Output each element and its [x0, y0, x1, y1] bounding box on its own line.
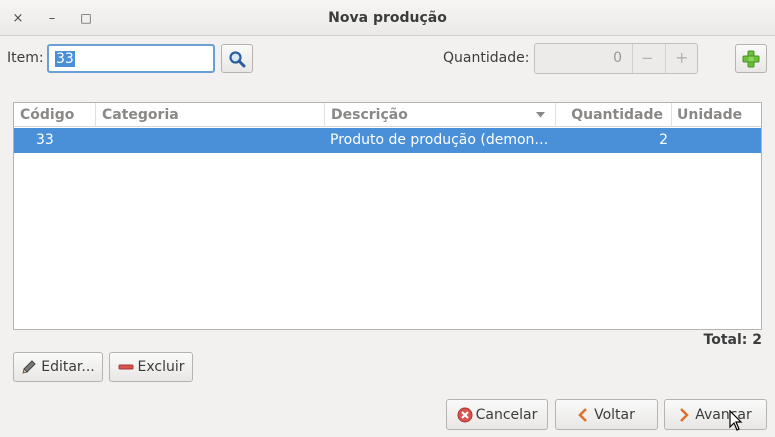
cell-categoria: [96, 128, 325, 153]
total-value: 2: [752, 332, 762, 348]
edit-button[interactable]: Editar...: [13, 352, 103, 382]
cell-codigo: 33: [36, 132, 54, 148]
window-title: Nova produção: [328, 10, 447, 26]
delete-button[interactable]: Excluir: [109, 352, 193, 382]
search-button[interactable]: [221, 44, 253, 73]
back-button-label: Voltar: [594, 406, 635, 423]
cancel-button-label: Cancelar: [475, 406, 538, 423]
quantity-value: 0: [613, 50, 622, 66]
production-table[interactable]: Código Categoria Descrição Quantidade Un…: [13, 102, 762, 330]
table-row[interactable]: 33 Produto de produção (demon… 2: [14, 128, 761, 153]
chevron-left-icon: [578, 407, 587, 422]
back-button[interactable]: Voltar: [555, 399, 658, 430]
cancel-button[interactable]: Cancelar: [446, 399, 548, 430]
delete-button-label: Excluir: [137, 359, 185, 375]
column-header-quantidade[interactable]: Quantidade: [556, 103, 672, 127]
quantity-stepper[interactable]: 0 − +: [534, 43, 698, 74]
stepper-divider-2: [665, 44, 666, 73]
column-header-descricao[interactable]: Descrição: [325, 103, 556, 127]
sort-descending-icon: [536, 112, 545, 118]
mouse-cursor-icon: [729, 410, 743, 431]
next-button[interactable]: Avançar: [664, 399, 767, 430]
column-header-categoria[interactable]: Categoria: [96, 103, 325, 127]
column-header-codigo[interactable]: Código: [14, 103, 96, 127]
cancel-icon: [457, 407, 473, 422]
table-header: Código Categoria Descrição Quantidade Un…: [14, 103, 761, 127]
cell-unidade: [672, 128, 761, 153]
pencil-icon: [22, 360, 36, 374]
item-input[interactable]: 33: [47, 44, 215, 73]
total-summary: Total: 2: [704, 332, 762, 348]
search-icon: [229, 50, 246, 67]
remove-icon: [118, 364, 133, 370]
cell-descricao: Produto de produção (demon…: [330, 132, 549, 148]
add-item-button[interactable]: [735, 44, 767, 73]
chevron-right-icon: [680, 407, 690, 422]
title-bar: × – □ Nova produção: [0, 0, 775, 36]
cell-quantidade: 2: [659, 132, 668, 148]
next-button-label: Avançar: [695, 406, 752, 423]
column-header-unidade[interactable]: Unidade: [672, 103, 761, 127]
add-icon: [742, 50, 760, 67]
decrement-button[interactable]: −: [641, 49, 654, 67]
column-header-descricao-label: Descrição: [331, 107, 408, 123]
increment-button[interactable]: +: [675, 48, 688, 67]
item-label: Item:: [7, 50, 44, 66]
edit-button-label: Editar...: [41, 359, 95, 375]
stepper-divider: [632, 44, 633, 73]
item-input-value: 33: [55, 51, 75, 67]
total-label: Total:: [703, 332, 748, 348]
quantity-label: Quantidade:: [443, 50, 530, 66]
